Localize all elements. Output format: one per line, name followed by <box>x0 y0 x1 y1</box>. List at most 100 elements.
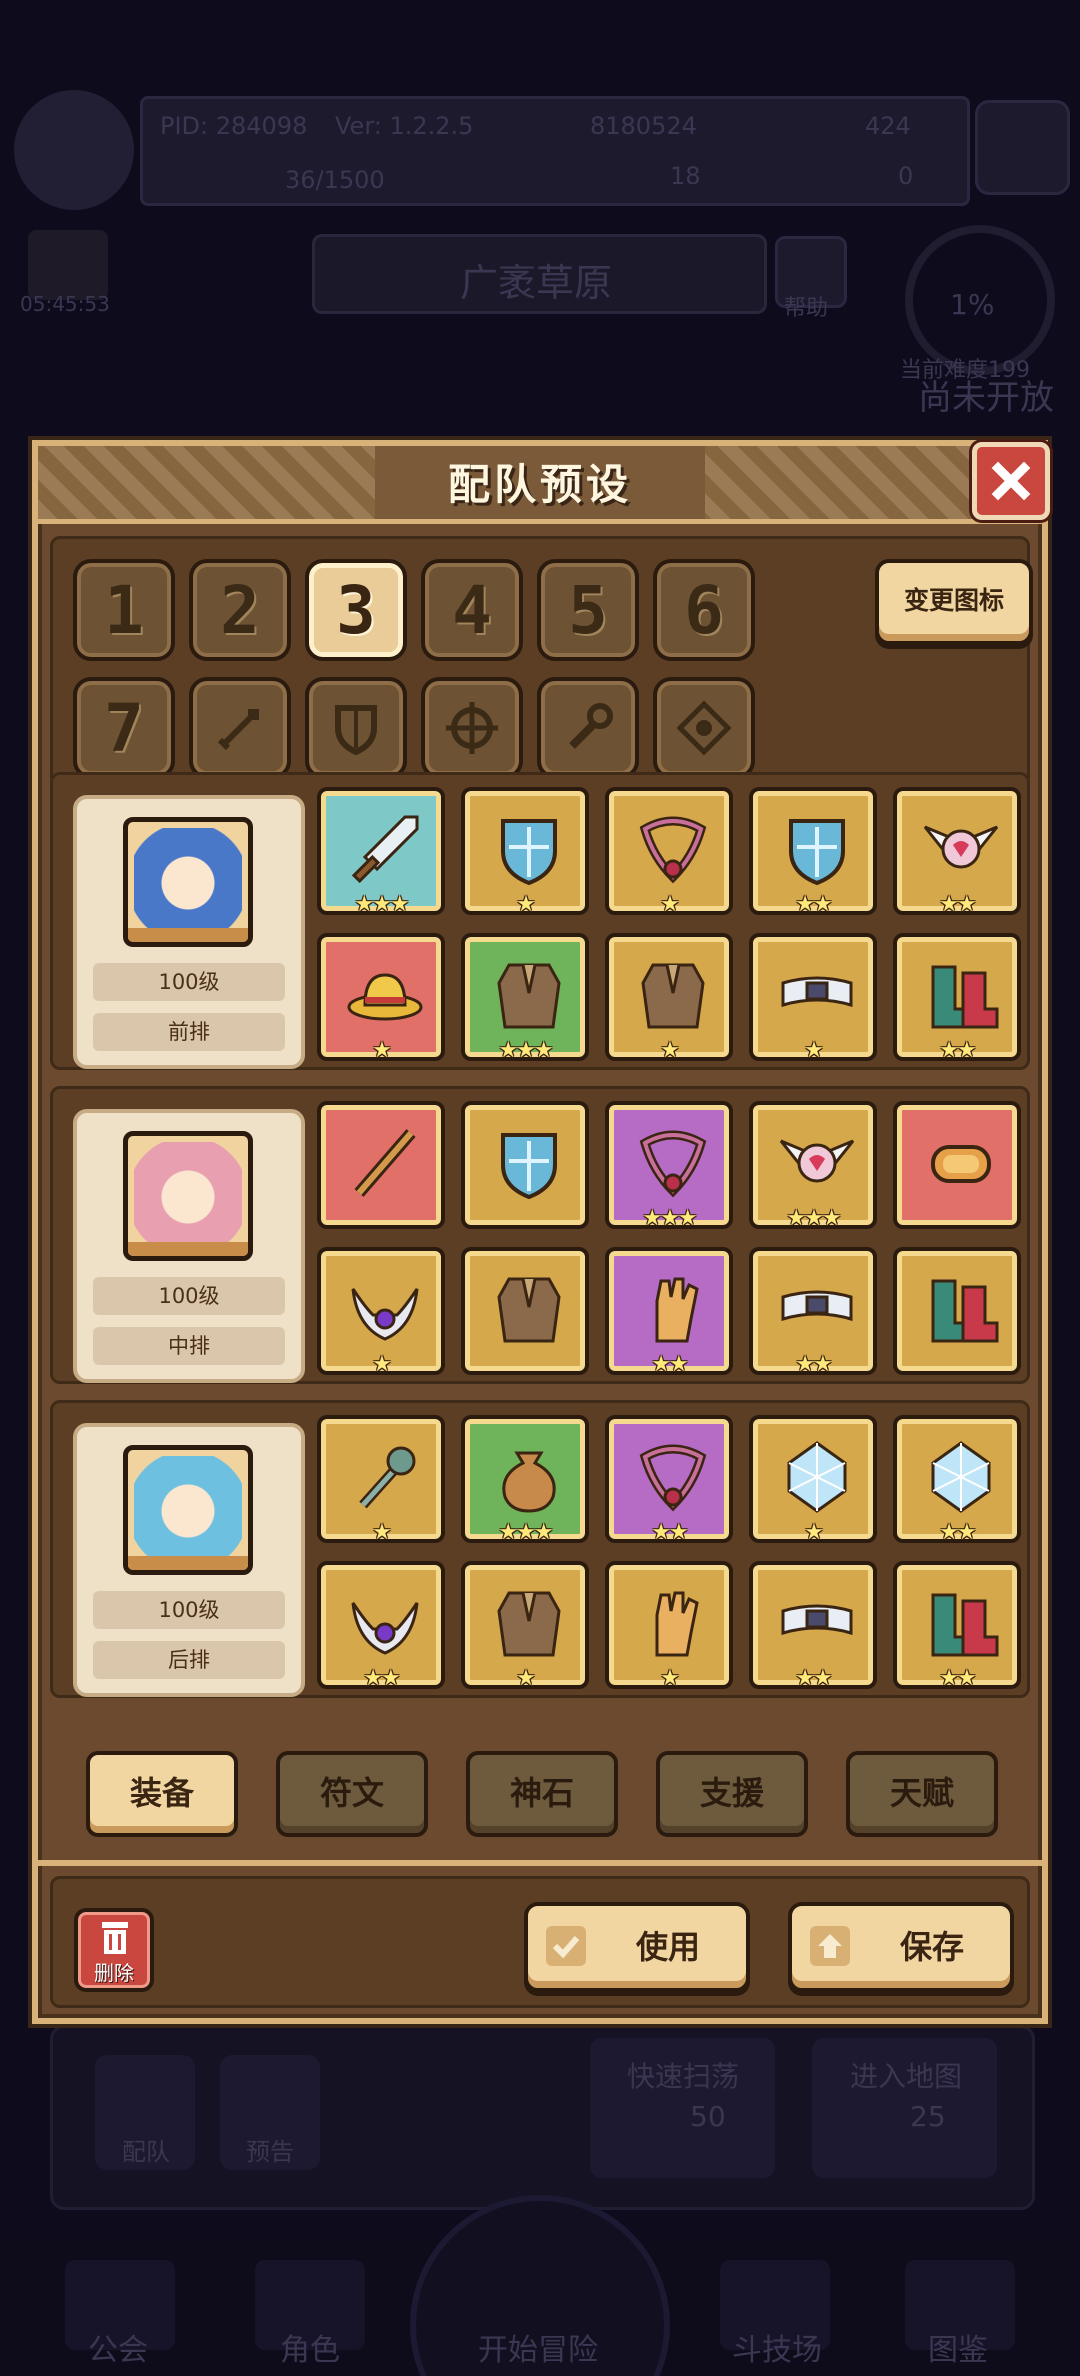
preset-slot-1[interactable]: 1 <box>73 559 175 661</box>
equipment-slot[interactable] <box>461 1247 589 1375</box>
star-rating: ★ <box>804 1038 824 1063</box>
crystal-shield-icon <box>501 819 557 886</box>
preset-slot-7[interactable]: 7 <box>73 677 175 779</box>
equipment-slot[interactable]: ★ <box>749 1415 877 1545</box>
tab-godstone[interactable]: 神石 <box>466 1751 618 1837</box>
equipment-slot[interactable]: ★ <box>605 1561 733 1691</box>
delete-button[interactable]: 删除 <box>74 1908 154 1992</box>
equipment-slot[interactable] <box>317 1101 445 1229</box>
nav-label-arena: 斗技场 <box>732 2333 822 2368</box>
equipment-slot[interactable]: ★ <box>461 1561 589 1691</box>
equipment-slot[interactable]: ★★ <box>749 1247 877 1377</box>
tab-rune[interactable]: 符文 <box>276 1751 428 1837</box>
character-card[interactable]: 100级 前排 <box>73 795 305 1069</box>
equipment-slot[interactable]: ★★★ <box>317 787 445 917</box>
preset-slot-number: 4 <box>452 571 492 649</box>
star-rating: ★ <box>660 1666 680 1691</box>
horned-helm-icon <box>351 1602 419 1655</box>
player-avatar <box>14 90 134 210</box>
equipment-slot[interactable]: ★★★ <box>605 1101 733 1231</box>
preset-slot-5[interactable]: 5 <box>537 559 639 661</box>
star-rating: ★★ <box>939 1038 976 1063</box>
tab-equipment[interactable]: 装备 <box>86 1751 238 1837</box>
star-rating: ★ <box>660 892 680 917</box>
equipment-slot[interactable]: ★★ <box>893 787 1021 917</box>
equipment-slot[interactable]: ★★ <box>749 1561 877 1691</box>
preview-label: 预告 <box>246 2138 294 2166</box>
preset-slot-9[interactable] <box>305 677 407 779</box>
preset-slot-6[interactable]: 6 <box>653 559 755 661</box>
preset-slot-4[interactable]: 4 <box>421 559 523 661</box>
close-button[interactable] <box>972 442 1050 520</box>
preset-slot-12[interactable] <box>653 677 755 779</box>
preset-slot-number: 7 <box>104 689 144 767</box>
equipment-slot[interactable]: ★ <box>317 933 445 1063</box>
boots-icon <box>931 965 999 1029</box>
star-rating: ★★ <box>651 1520 688 1545</box>
equipment-slot[interactable]: ★★ <box>893 1561 1021 1691</box>
trash-icon <box>102 1922 128 1954</box>
star-rating: ★ <box>372 1520 392 1545</box>
preset-slot-2[interactable]: 2 <box>189 559 291 661</box>
star-rating: ★★ <box>795 1352 832 1377</box>
equipment-slot[interactable]: ★ <box>317 1415 445 1545</box>
preset-slot-11[interactable] <box>537 677 639 779</box>
change-icon-button[interactable]: 变更图标 <box>875 559 1033 645</box>
character-card[interactable]: 100级 后排 <box>73 1423 305 1697</box>
stamina-count: 36/1500 <box>285 166 385 194</box>
star-rating: ★★ <box>651 1352 688 1377</box>
save-button[interactable]: 保存 <box>788 1902 1014 1992</box>
character-position: 后排 <box>93 1641 285 1679</box>
equipment-slot[interactable]: ★★★ <box>749 1101 877 1231</box>
equipment-slot[interactable]: ★★★ <box>461 1415 589 1545</box>
equipment-slot[interactable]: ★★ <box>893 933 1021 1063</box>
character-row: 100级 中排 ★★★ ★★★ ★ ★★ ★★ <box>50 1086 1030 1384</box>
star-rating: ★★ <box>363 1666 400 1691</box>
heart-necklace-icon <box>639 1444 707 1512</box>
crosshair-icon <box>446 702 498 754</box>
equipment-slot[interactable]: ★★ <box>893 1415 1021 1545</box>
equipment-slot[interactable]: ★★ <box>749 787 877 917</box>
sword-icon <box>217 709 259 751</box>
character-level: 100级 <box>93 1591 285 1629</box>
equipment-slot[interactable]: ★★ <box>317 1561 445 1691</box>
character-portrait-image <box>134 828 242 928</box>
crystal-ring-icon <box>931 1441 991 1513</box>
nav-label-codex: 图鉴 <box>928 2333 988 2368</box>
equipment-slot[interactable]: ★★ <box>605 1247 733 1377</box>
ice-armor-icon <box>497 1591 561 1657</box>
equipment-slot[interactable] <box>893 1101 1021 1229</box>
equipment-slot[interactable]: ★ <box>605 933 733 1063</box>
heart-necklace-icon <box>639 816 707 884</box>
preset-slot-3[interactable]: 3 <box>305 559 407 661</box>
footer-divider <box>38 1860 1042 1866</box>
equipment-slot[interactable]: ★ <box>461 787 589 917</box>
quick-sweep-label: 快速扫荡 <box>627 2060 740 2093</box>
event-timer: 05:45:53 <box>20 292 110 316</box>
version-text: Ver: 1.2.2.5 <box>335 112 474 140</box>
character-card[interactable]: 100级 中排 <box>73 1109 305 1383</box>
belt-icon <box>781 1290 853 1322</box>
ice-crystal-icon <box>787 1441 847 1513</box>
preset-slot-number: 2 <box>220 571 260 649</box>
tab-talent[interactable]: 天赋 <box>846 1751 998 1837</box>
equipment-slot[interactable] <box>461 1101 589 1229</box>
equipment-slot[interactable]: ★ <box>317 1247 445 1377</box>
gem-count: 424 <box>865 112 911 140</box>
preset-slot-8[interactable] <box>189 677 291 779</box>
star-rating: ★ <box>516 892 536 917</box>
equipment-slot[interactable]: ★ <box>749 933 877 1063</box>
equipment-slot[interactable]: ★ <box>605 787 733 917</box>
progress-percent: 1% <box>950 288 995 321</box>
star-rating: ★★ <box>939 892 976 917</box>
shield-icon <box>335 705 377 756</box>
nav-label-guild: 公会 <box>88 2333 148 2368</box>
tab-support[interactable]: 支援 <box>656 1751 808 1837</box>
use-button[interactable]: 使用 <box>524 1902 750 1992</box>
star-rating: ★ <box>372 1352 392 1377</box>
equipment-slot[interactable]: ★★ <box>605 1415 733 1545</box>
equipment-slot[interactable]: ★★★ <box>461 933 589 1063</box>
equipment-slot[interactable] <box>893 1247 1021 1375</box>
ring-icon <box>931 1145 991 1183</box>
preset-slot-10[interactable] <box>421 677 523 779</box>
